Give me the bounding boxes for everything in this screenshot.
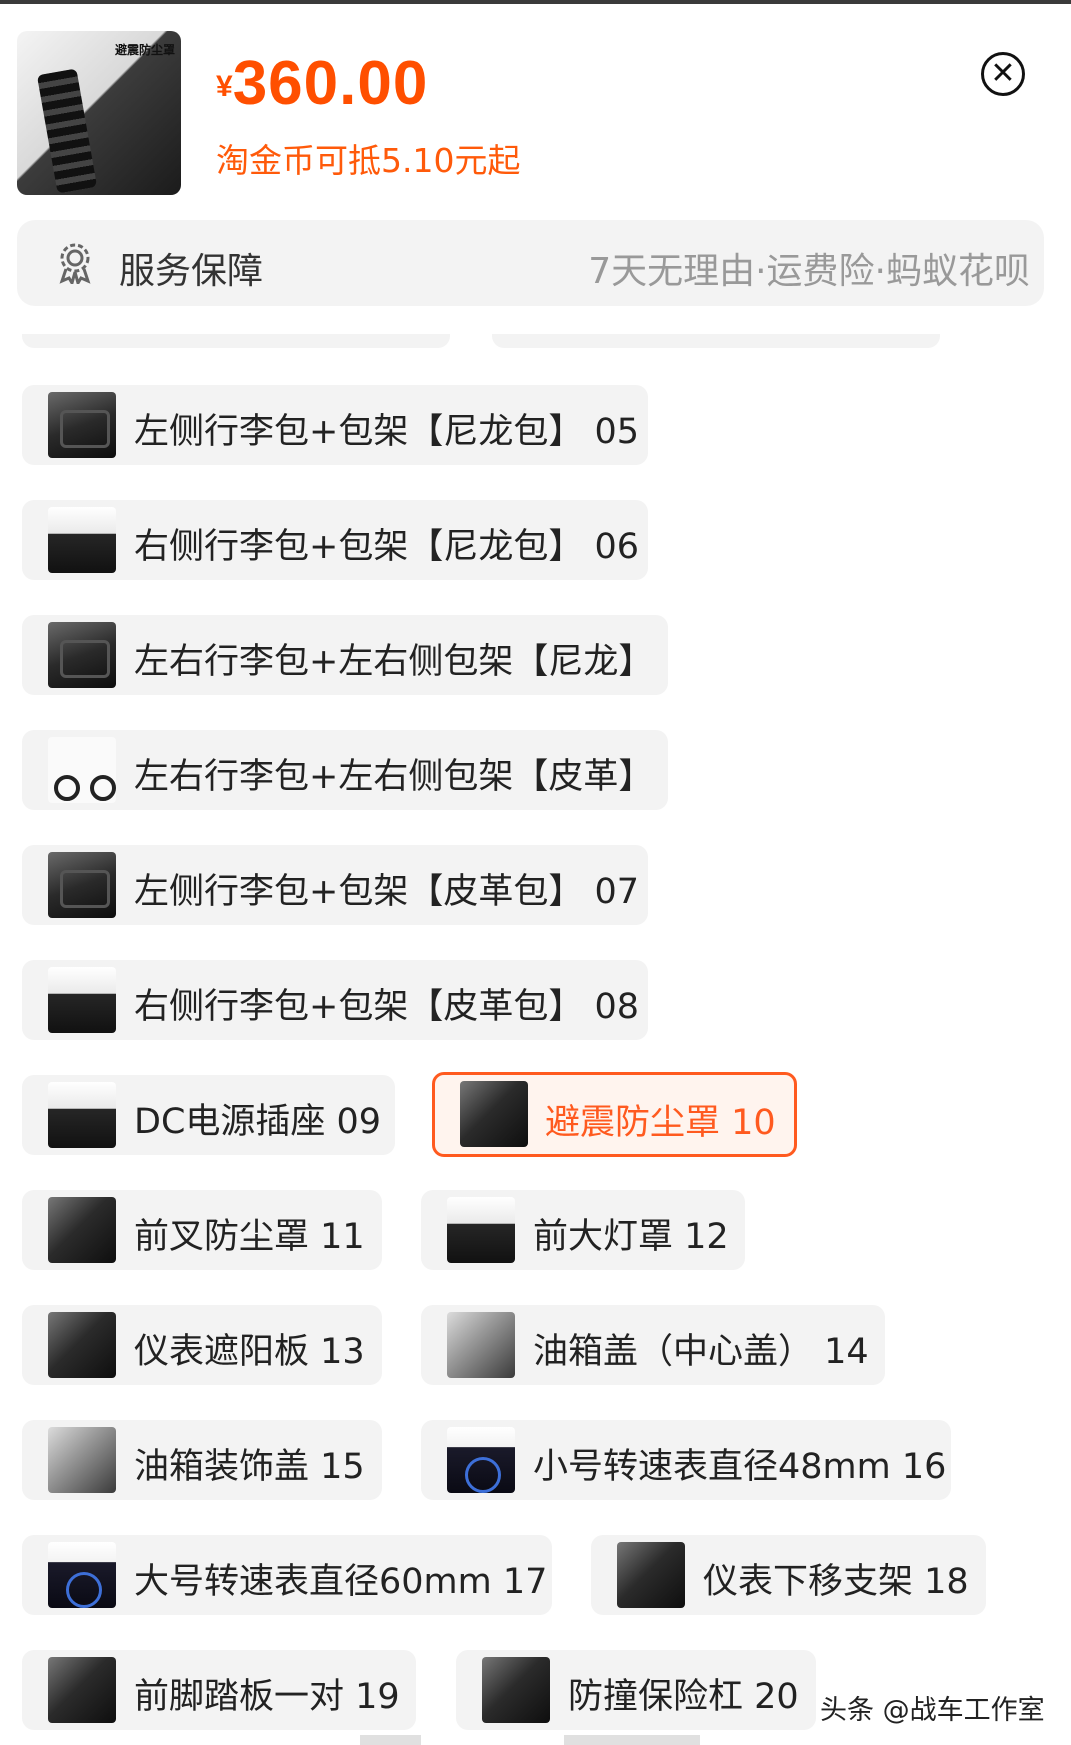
product-thumbnail[interactable]: 避震防尘罩: [17, 31, 181, 195]
option-thumbnail: [447, 1427, 515, 1493]
option-item[interactable]: 左侧行李包+包架【皮革包】 07: [22, 845, 648, 925]
shock-absorber-image: [36, 68, 98, 194]
option-item[interactable]: 右侧行李包+包架【皮革包】 08: [22, 960, 648, 1040]
option-thumbnail: [48, 622, 116, 688]
coin-discount-text: 淘金币可抵5.10元起: [216, 141, 521, 180]
option-thumbnail: [460, 1081, 528, 1147]
option-thumbnail: [48, 1427, 116, 1493]
service-label: 服务保障: [119, 251, 264, 292]
option-thumbnail: [617, 1542, 685, 1608]
option-thumbnail: [48, 1657, 116, 1723]
option-label: DC电源插座 09: [134, 1102, 382, 1142]
option-label: 油箱装饰盖 15: [134, 1447, 365, 1487]
option-item[interactable]: 右侧行李包+包架【尼龙包】 06: [22, 500, 648, 580]
option-cutoff-left[interactable]: [22, 334, 450, 348]
option-item[interactable]: 油箱装饰盖 15: [22, 1420, 382, 1500]
option-label: 仪表遮阳板 13: [134, 1332, 365, 1372]
option-thumbnail: [48, 737, 116, 803]
option-item[interactable]: 防撞保险杠 20: [456, 1650, 816, 1730]
bottom-cutoff-text: [360, 1735, 700, 1745]
option-label: 右侧行李包+包架【皮革包】 08: [134, 987, 639, 1027]
option-label: 前叉防尘罩 11: [134, 1217, 365, 1257]
option-label: 左侧行李包+包架【尼龙包】 05: [134, 412, 639, 452]
option-label: 左侧行李包+包架【皮革包】 07: [134, 872, 639, 912]
option-cutoff-right[interactable]: [492, 334, 940, 348]
option-item[interactable]: 前脚踏板一对 19: [22, 1650, 416, 1730]
option-label: 防撞保险杠 20: [568, 1677, 799, 1717]
option-label: 小号转速表直径48mm 16: [533, 1447, 947, 1487]
option-label: 避震防尘罩 10: [545, 1103, 776, 1143]
option-label: 仪表下移支架 18: [703, 1562, 969, 1602]
option-thumbnail: [48, 1197, 116, 1263]
option-label: 前脚踏板一对 19: [134, 1677, 400, 1717]
thumbnail-caption: 避震防尘罩: [114, 43, 175, 57]
price-amount: 360.00: [232, 49, 429, 118]
option-item[interactable]: 前叉防尘罩 11: [22, 1190, 382, 1270]
option-item[interactable]: 左侧行李包+包架【尼龙包】 05: [22, 385, 648, 465]
option-item[interactable]: 仪表遮阳板 13: [22, 1305, 382, 1385]
option-item[interactable]: DC电源插座 09: [22, 1075, 395, 1155]
option-item-selected[interactable]: 避震防尘罩 10: [432, 1072, 797, 1157]
option-label: 大号转速表直径60mm 17: [134, 1562, 548, 1602]
badge-icon: [59, 243, 91, 284]
close-icon[interactable]: ✕: [981, 52, 1025, 96]
option-thumbnail: [48, 1312, 116, 1378]
option-label: 右侧行李包+包架【尼龙包】 06: [134, 527, 639, 567]
option-thumbnail: [482, 1657, 550, 1723]
option-item[interactable]: 大号转速表直径60mm 17: [22, 1535, 552, 1615]
service-guarantee-bar[interactable]: 服务保障 7天无理由·运费险·蚂蚁花呗: [17, 220, 1044, 306]
option-thumbnail: [48, 392, 116, 458]
option-item[interactable]: 小号转速表直径48mm 16: [421, 1420, 951, 1500]
option-thumbnail: [48, 967, 116, 1033]
option-label: 油箱盖（中心盖） 14: [533, 1332, 869, 1372]
option-item[interactable]: 仪表下移支架 18: [591, 1535, 986, 1615]
option-item[interactable]: 前大灯罩 12: [421, 1190, 745, 1270]
price-currency: ¥: [216, 70, 233, 103]
option-label: 前大灯罩 12: [533, 1217, 729, 1257]
price: ¥360.00: [216, 48, 428, 119]
option-label: 左右行李包+左右侧包架【尼龙】: [134, 642, 654, 682]
watermark: 头条 @战车工作室: [820, 1695, 1045, 1726]
option-thumbnail: [447, 1312, 515, 1378]
option-thumbnail: [48, 1542, 116, 1608]
option-thumbnail: [48, 852, 116, 918]
option-thumbnail: [48, 1082, 116, 1148]
option-item[interactable]: 左右行李包+左右侧包架【尼龙】: [22, 615, 668, 695]
option-thumbnail: [447, 1197, 515, 1263]
option-thumbnail: [48, 507, 116, 573]
service-guarantee-text: 7天无理由·运费险·蚂蚁花呗: [588, 251, 1030, 292]
sku-header: 避震防尘罩 ¥360.00 淘金币可抵5.10元起 ✕: [0, 4, 1071, 214]
option-item[interactable]: 左右行李包+左右侧包架【皮革】: [22, 730, 668, 810]
option-item[interactable]: 油箱盖（中心盖） 14: [421, 1305, 885, 1385]
option-label: 左右行李包+左右侧包架【皮革】: [134, 757, 654, 797]
